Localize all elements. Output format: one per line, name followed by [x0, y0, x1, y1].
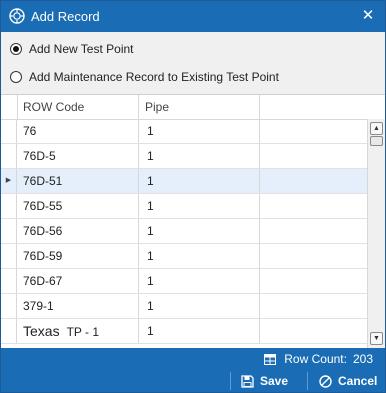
footer-bar: Save Cancel [1, 370, 385, 392]
close-icon: ✕ [361, 7, 375, 24]
cell-pipe[interactable]: 1 [139, 194, 260, 218]
row-selector[interactable] [1, 219, 17, 243]
cell-pipe[interactable]: 1 [139, 244, 260, 268]
table-row[interactable]: ▶ 76D-51 1 [1, 169, 367, 194]
row-count-value: 203 [352, 352, 373, 366]
option-maintenance-record-label: Add Maintenance Record to Existing Test … [29, 70, 279, 84]
table-row[interactable]: 76D-56 1 [1, 219, 367, 244]
cell-filler [260, 169, 367, 193]
row-selector[interactable] [1, 194, 17, 218]
cell-pipe[interactable]: 1 [139, 269, 260, 293]
scroll-up-icon: ▲ [373, 125, 380, 132]
app-logo-icon [9, 8, 25, 24]
radio-new-test-point[interactable] [10, 43, 22, 55]
table-row[interactable]: 76D-59 1 [1, 244, 367, 269]
table-row[interactable]: 76D-55 1 [1, 194, 367, 219]
row-code-text: 379-1 [23, 299, 54, 313]
row-code-text: 76D-5 [23, 149, 56, 163]
cell-row-code[interactable]: 76 [17, 119, 139, 143]
column-header-filler [260, 95, 367, 119]
row-code-text: 76D-55 [23, 199, 63, 213]
option-maintenance-record[interactable]: Add Maintenance Record to Existing Test … [10, 68, 279, 86]
row-count: Row Count: 203 [264, 352, 373, 366]
option-new-test-point-label: Add New Test Point [29, 42, 134, 56]
cell-row-code[interactable]: 76D-59 [17, 244, 139, 268]
cell-row-code[interactable]: 76D-5 [17, 144, 139, 168]
row-selector[interactable] [1, 294, 17, 318]
scroll-thumb[interactable] [370, 136, 383, 146]
cell-row-code[interactable]: 76D-67 [17, 269, 139, 293]
current-row-arrow-icon: ▶ [5, 177, 12, 184]
cancel-icon [319, 374, 332, 388]
cancel-label: Cancel [338, 374, 378, 388]
footer-divider [307, 372, 308, 390]
option-new-test-point[interactable]: Add New Test Point [10, 40, 134, 58]
row-code-text: Texas [23, 323, 60, 339]
column-header-pipe[interactable]: Pipe [139, 95, 260, 119]
save-label: Save [260, 374, 289, 388]
table-row[interactable]: 76D-67 1 [1, 269, 367, 294]
cell-pipe[interactable]: 1 [139, 144, 260, 168]
row-code-text: 76D-59 [23, 249, 63, 263]
cell-filler [260, 319, 367, 343]
row-selector[interactable] [1, 319, 17, 343]
cell-filler [260, 144, 367, 168]
row-selector-header [1, 95, 18, 119]
cell-filler [260, 194, 367, 218]
row-code-text: 76D-67 [23, 274, 63, 288]
window-title: Add Record [31, 9, 100, 24]
radio-maintenance-record[interactable] [10, 71, 22, 83]
cell-filler [260, 244, 367, 268]
status-bar: Row Count: 203 [1, 348, 385, 370]
cell-pipe[interactable]: 1 [139, 169, 260, 193]
table-row[interactable]: 76D-5 1 [1, 144, 367, 169]
cell-row-code[interactable]: 76D-51 [17, 169, 139, 193]
record-type-options: Add New Test Point Add Maintenance Recor… [1, 32, 385, 94]
row-code-text: 76D-56 [23, 224, 63, 238]
cell-pipe[interactable]: 1 [139, 219, 260, 243]
scroll-down-icon: ▼ [373, 335, 380, 342]
test-point-grid: ROW Code Pipe 76 1 76D-5 1 ▶ 76D-51 1 76D-55 1 76… [1, 94, 385, 349]
grid-header: ROW Code Pipe [1, 95, 385, 120]
row-selector[interactable]: ▶ [1, 169, 17, 193]
table-row[interactable]: 379-1 1 [1, 294, 367, 319]
table-row[interactable]: 76 1 [1, 119, 367, 144]
cell-row-code[interactable]: 76D-56 [17, 219, 139, 243]
table-icon [264, 353, 277, 365]
row-code-suffix: TP - 1 [66, 325, 100, 339]
table-row[interactable]: Texas TP - 1 1 [1, 319, 367, 344]
save-icon [241, 374, 254, 388]
title-bar: Add Record ✕ [1, 1, 385, 32]
scroll-up-button[interactable]: ▲ [370, 122, 383, 135]
row-count-label: Row Count: [284, 352, 347, 366]
footer-divider [230, 372, 231, 390]
row-selector[interactable] [1, 119, 17, 143]
cell-row-code[interactable]: Texas TP - 1 [17, 319, 139, 343]
scroll-down-button[interactable]: ▼ [370, 332, 383, 345]
row-code-text: 76D-51 [23, 174, 63, 188]
cell-pipe[interactable]: 1 [139, 319, 260, 343]
row-code-text: 76 [23, 124, 37, 138]
vertical-scrollbar[interactable]: ▲ ▼ [367, 119, 385, 349]
cell-pipe[interactable]: 1 [139, 119, 260, 143]
cell-row-code[interactable]: 379-1 [17, 294, 139, 318]
cell-filler [260, 119, 367, 143]
column-header-row-code[interactable]: ROW Code [17, 95, 139, 119]
cell-filler [260, 294, 367, 318]
row-selector[interactable] [1, 269, 17, 293]
save-button[interactable]: Save [241, 372, 288, 390]
cancel-button[interactable]: Cancel [319, 372, 377, 390]
cell-row-code[interactable]: 76D-55 [17, 194, 139, 218]
row-selector[interactable] [1, 144, 17, 168]
row-selector[interactable] [1, 244, 17, 268]
cell-pipe[interactable]: 1 [139, 294, 260, 318]
cell-filler [260, 269, 367, 293]
cell-filler [260, 219, 367, 243]
add-record-window: Add Record ✕ Add New Test Point Add Main… [0, 0, 386, 393]
close-button[interactable]: ✕ [357, 4, 379, 28]
